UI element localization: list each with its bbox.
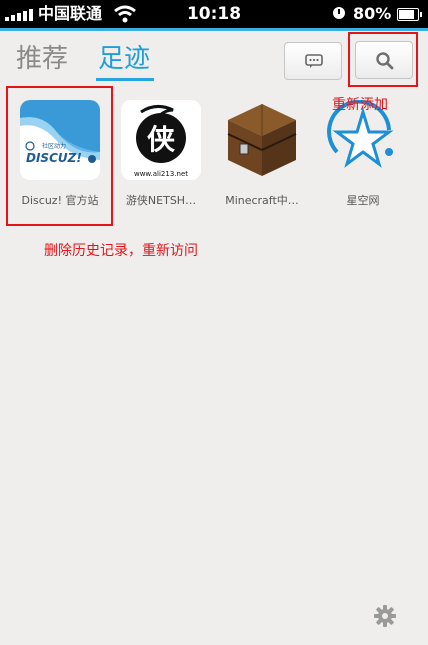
annotation-readd: 重新添加	[332, 97, 388, 113]
status-bar: 中国联通 10:18 80%	[0, 0, 428, 28]
header-accent-line	[0, 28, 428, 31]
message-button[interactable]	[284, 42, 342, 80]
annotation-box-discuz	[6, 86, 113, 226]
site-tile-xingkong[interactable]: 星空网	[313, 96, 413, 216]
settings-gear-icon[interactable]	[373, 604, 397, 628]
annotation-delete-history: 删除历史记录，重新访问	[44, 243, 198, 259]
site-label: Minecraft中…	[225, 194, 299, 207]
ali213-logo: 侠 www.ali213.net	[121, 100, 201, 180]
site-label: 星空网	[346, 194, 380, 207]
annotation-box-search	[348, 32, 418, 87]
tab-footprints[interactable]: 足迹	[98, 42, 150, 76]
site-tile-minecraft[interactable]: Minecraft中…	[212, 96, 312, 216]
minecraft-chest-icon	[222, 100, 302, 180]
battery-percent: 80%	[353, 4, 392, 23]
tab-recommend[interactable]: 推荐	[16, 42, 68, 76]
alarm-clock-icon	[333, 7, 345, 19]
ali213-logo-art: 侠 www.ali213.net	[121, 100, 201, 180]
ali213-logo-char: 侠	[147, 123, 176, 156]
active-tab-indicator	[96, 78, 154, 81]
site-label: 游侠NETSH…	[125, 194, 197, 207]
battery-icon	[397, 8, 422, 21]
site-tile-ali213[interactable]: 侠 www.ali213.net 游侠NETSH…	[111, 96, 211, 216]
minecraft-chest-art	[227, 104, 297, 176]
chat-bubble-icon	[305, 54, 323, 68]
ali213-logo-url: www.ali213.net	[134, 170, 188, 178]
